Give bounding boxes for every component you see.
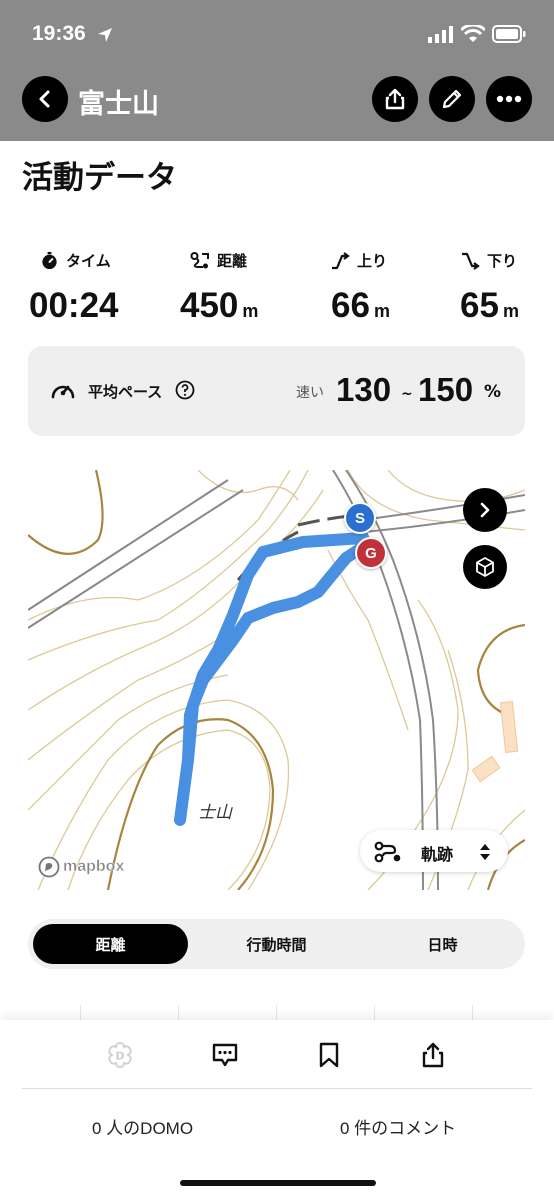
help-icon[interactable] (175, 380, 195, 400)
back-button[interactable] (22, 76, 68, 122)
comment-button[interactable] (208, 1038, 242, 1072)
stat-time: タイム (40, 250, 111, 271)
track-selector-label: 軌跡 (421, 845, 454, 864)
route-map[interactable]: 士山 S G mapbox 軌跡 (28, 470, 525, 890)
route-track (174, 532, 372, 826)
pace-speed-label: 速い (296, 385, 324, 401)
ascent-icon (332, 251, 350, 269)
pace-separator: ~ (401, 386, 413, 402)
stat-label: 上り (357, 252, 388, 270)
stat-distance-value: 450 m (180, 286, 259, 325)
bookmark-icon (319, 1042, 339, 1068)
route-icon (190, 251, 209, 268)
cube-icon (476, 557, 494, 577)
expand-map-button[interactable] (463, 488, 507, 532)
more-button[interactable] (486, 76, 532, 122)
domo-button[interactable]: D (103, 1038, 137, 1072)
mapbox-label: mapbox (63, 858, 125, 875)
pace-high-value: 150 (418, 371, 474, 408)
edit-button[interactable] (429, 76, 475, 122)
chevron-right-icon (480, 502, 490, 518)
stat-label: 距離 (217, 252, 248, 270)
svg-text:D: D (115, 1050, 124, 1063)
average-pace-label: 平均ペース (88, 383, 163, 401)
stat-time-value: 00:24 (29, 286, 119, 325)
share-activity-button[interactable] (416, 1038, 450, 1072)
page-title: 富士山 (78, 89, 159, 120)
share-icon (385, 88, 405, 110)
stat-ascent: 上り (330, 250, 387, 271)
bookmark-button[interactable] (312, 1038, 346, 1072)
battery-icon (492, 25, 526, 43)
segment-datetime[interactable]: 日時 (365, 924, 520, 964)
divider (22, 1088, 532, 1089)
roads (28, 470, 525, 890)
share-button[interactable] (372, 76, 418, 122)
stat-descent-value: 65 m (460, 286, 519, 325)
segment-distance[interactable]: 距離 (33, 924, 188, 964)
3d-view-button[interactable] (463, 545, 507, 589)
stat-ascent-value: 66 m (331, 286, 390, 325)
stat-label: タイム (66, 252, 111, 270)
section-title: 活動データ (22, 160, 177, 196)
start-marker[interactable]: S (344, 502, 376, 534)
domo-count-link[interactable]: 0 人のDOMO (92, 1114, 193, 1139)
mapbox-attribution[interactable]: mapbox (38, 856, 125, 878)
speedometer-icon (51, 385, 75, 399)
goal-marker[interactable]: G (355, 537, 387, 569)
home-indicator (180, 1180, 376, 1186)
contour-lines (28, 470, 525, 890)
navigation-bar: 富士山 (0, 66, 554, 141)
stat-descent: 下り (460, 250, 517, 271)
pencil-icon (442, 89, 462, 109)
track-selector-button[interactable]: 軌跡 (360, 830, 508, 872)
building (499, 700, 519, 754)
segment-active-time[interactable]: 行動時間 (199, 924, 354, 964)
domo-flower-icon: D (108, 1042, 132, 1068)
descent-icon (462, 252, 480, 270)
pace-low-value: 130 (336, 371, 392, 408)
more-icon (496, 95, 522, 103)
pace-unit: % (484, 382, 502, 402)
bottom-action-bar: D 0 人のDOMO 0 件のコメント (0, 1020, 554, 1200)
comment-count-link[interactable]: 0 件のコメント (340, 1114, 456, 1139)
signal-icon (428, 26, 453, 43)
place-label: 士山 (198, 803, 233, 823)
map-canvas[interactable]: 士山 (28, 470, 525, 890)
status-time: 19:36 (32, 22, 86, 45)
contour-index-lines (28, 470, 525, 890)
route-icon (374, 841, 401, 863)
stopwatch-icon (42, 251, 57, 270)
sort-arrows-icon (480, 844, 490, 860)
chevron-left-icon (39, 90, 50, 108)
building (471, 755, 501, 783)
wifi-icon (461, 25, 485, 42)
stat-label: 下り (487, 252, 518, 270)
stat-distance: 距離 (190, 250, 247, 271)
chart-preview (28, 995, 525, 1020)
status-bar: 19:36 (0, 0, 554, 66)
share-icon (422, 1042, 444, 1068)
comment-icon (212, 1043, 238, 1067)
mapbox-logo-icon (38, 856, 60, 878)
chart-axis-segmented-control: 距離 行動時間 日時 (28, 919, 525, 969)
location-arrow-icon (98, 28, 112, 42)
average-pace-card[interactable]: 平均ペース 速い 130 ~ 150 % (28, 346, 525, 436)
